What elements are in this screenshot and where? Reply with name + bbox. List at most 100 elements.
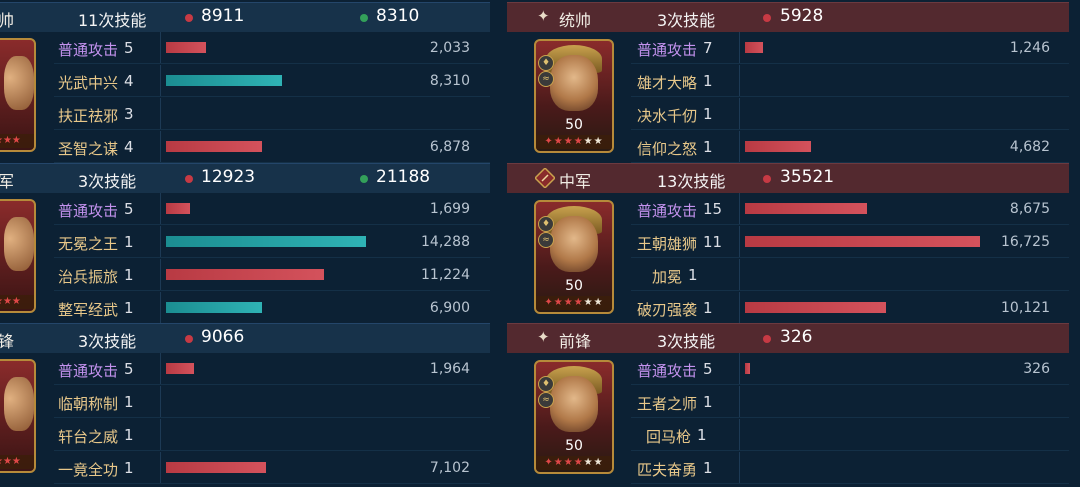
skill-count: 1 bbox=[124, 233, 134, 251]
skill-cast-count: 3次技能 bbox=[657, 332, 716, 351]
skill-count: 11 bbox=[703, 233, 723, 251]
skill-value: 8,675 bbox=[1009, 201, 1050, 217]
skill-value-bar bbox=[166, 462, 266, 473]
row-divider bbox=[631, 257, 1069, 258]
skill-value-bar bbox=[166, 363, 194, 374]
skill-list: 普通攻击 5 1,699 无冕之王 1 14,288 治兵振旅 1 11,224 整军经武 1 6,9… bbox=[0, 193, 490, 324]
skill-row: 加冕 1 bbox=[507, 259, 1069, 291]
column-divider bbox=[160, 65, 161, 96]
row-divider bbox=[631, 63, 1069, 64]
row-divider bbox=[631, 224, 1069, 225]
skill-count: 1 bbox=[703, 299, 713, 317]
row-divider bbox=[54, 483, 490, 484]
general-stat-section: 军3次技能1292321188★★★普通攻击51,699无冕之王114,288治… bbox=[0, 163, 490, 324]
general-role: 中军 bbox=[559, 172, 592, 191]
skill-name: 普通攻击 bbox=[637, 202, 698, 220]
heal-total: 8310 bbox=[376, 6, 420, 26]
column-divider bbox=[160, 131, 161, 162]
heal-dot-icon bbox=[360, 175, 368, 183]
skill-count: 15 bbox=[703, 200, 723, 218]
column-divider bbox=[160, 292, 161, 323]
column-divider bbox=[160, 386, 161, 417]
skill-value-bar bbox=[745, 236, 980, 247]
column-divider bbox=[739, 226, 740, 257]
skill-name: 王者之师 bbox=[637, 395, 698, 413]
skill-count: 1 bbox=[703, 393, 713, 411]
skill-row: 临朝称制 1 bbox=[0, 386, 490, 418]
damage-dot-icon bbox=[763, 335, 771, 343]
sparkle-icon: ✦ bbox=[537, 7, 550, 25]
skill-row: 决水千仞 1 bbox=[507, 98, 1069, 130]
row-divider bbox=[54, 257, 490, 258]
skill-row: 王者之师 1 bbox=[507, 386, 1069, 418]
skill-name: 普通攻击 bbox=[637, 362, 698, 380]
damage-dot-icon bbox=[185, 175, 193, 183]
row-divider bbox=[631, 129, 1069, 130]
row-divider bbox=[54, 290, 490, 291]
skill-row: 普通攻击 5 326 bbox=[507, 353, 1069, 385]
team-left-panel: 帅11次技能89118310★★★普通攻击52,033光武中兴48,310扶正祛… bbox=[0, 0, 490, 487]
row-divider bbox=[54, 224, 490, 225]
skill-row: 一竟全功 1 7,102 bbox=[0, 452, 490, 484]
column-divider bbox=[739, 65, 740, 96]
skill-list: 普通攻击 15 8,675 王朝雄狮 11 16,725 加冕 1 破刃强袭 1 10,121 bbox=[507, 193, 1069, 324]
column-divider bbox=[160, 32, 161, 63]
skill-count: 1 bbox=[697, 426, 707, 444]
general-role: 军 bbox=[0, 172, 15, 191]
skill-count: 1 bbox=[124, 299, 134, 317]
damage-total: 5928 bbox=[780, 6, 824, 26]
skill-name: 普通攻击 bbox=[58, 362, 119, 380]
skill-cast-count: 13次技能 bbox=[657, 172, 726, 191]
column-divider bbox=[739, 386, 740, 417]
general-role: 前锋 bbox=[559, 332, 592, 351]
skill-row: 扶正祛邪 3 bbox=[0, 98, 490, 130]
skill-count: 5 bbox=[124, 200, 134, 218]
skill-cast-count: 3次技能 bbox=[657, 11, 716, 30]
skill-value: 14,288 bbox=[421, 234, 470, 250]
general-stat-section: ✦ 统帅 3次技能 5928 ♦ ≈50 ✦★★★★★ 普通攻击 7 1,246 雄才大略 1 决水千仞… bbox=[507, 2, 1069, 163]
skill-value-bar bbox=[166, 141, 262, 152]
skill-value-bar bbox=[166, 269, 324, 280]
skill-value-bar bbox=[166, 302, 262, 313]
row-divider bbox=[54, 129, 490, 130]
skill-value-bar bbox=[745, 302, 886, 313]
skill-name: 治兵振旅 bbox=[58, 268, 119, 286]
skill-count: 1 bbox=[703, 459, 713, 477]
row-divider bbox=[631, 384, 1069, 385]
skill-row: 普通攻击 5 1,699 bbox=[0, 193, 490, 225]
column-divider bbox=[739, 452, 740, 483]
sparkle-icon: ✦ bbox=[537, 328, 550, 346]
skill-row: 圣智之谋 4 6,878 bbox=[0, 131, 490, 163]
skill-row: 普通攻击 5 1,964 bbox=[0, 353, 490, 385]
skill-count: 1 bbox=[124, 426, 134, 444]
damage-dot-icon bbox=[185, 14, 193, 22]
general-header: ✦ 统帅 3次技能 5928 bbox=[507, 2, 1069, 32]
skill-value: 1,964 bbox=[429, 361, 470, 377]
team-right-panel: ✦ 统帅 3次技能 5928 ♦ ≈50 ✦★★★★★ 普通攻击 7 1,246 雄才大略 1 决水千仞… bbox=[507, 0, 1069, 487]
skill-name: 信仰之怒 bbox=[637, 140, 698, 158]
skill-value: 1,699 bbox=[429, 201, 470, 217]
skill-name: 临朝称制 bbox=[58, 395, 119, 413]
flag-icon bbox=[534, 167, 556, 189]
row-divider bbox=[54, 417, 490, 418]
skill-row: 雄才大略 1 bbox=[507, 65, 1069, 97]
skill-value-bar bbox=[745, 203, 867, 214]
skill-row: 普通攻击 5 2,033 bbox=[0, 32, 490, 64]
column-divider bbox=[739, 32, 740, 63]
general-stat-section: 中军 13次技能 35521 ♦ ≈50 ✦★★★★★ 普通攻击 15 8,675 王朝雄狮 11 1… bbox=[507, 163, 1069, 324]
skill-count: 1 bbox=[703, 105, 713, 123]
general-stat-section: 帅11次技能89118310★★★普通攻击52,033光武中兴48,310扶正祛… bbox=[0, 2, 490, 163]
skill-name: 普通攻击 bbox=[58, 41, 119, 59]
column-divider bbox=[739, 419, 740, 450]
skill-value: 6,900 bbox=[429, 300, 470, 316]
skill-value: 326 bbox=[1023, 361, 1050, 377]
skill-name: 破刃强袭 bbox=[637, 301, 698, 319]
column-divider bbox=[160, 452, 161, 483]
skill-list: 普通攻击 7 1,246 雄才大略 1 决水千仞 1 信仰之怒 1 4,682 bbox=[507, 32, 1069, 163]
general-header: ✦ 前锋 3次技能 326 bbox=[507, 323, 1069, 353]
skill-row: 普通攻击 7 1,246 bbox=[507, 32, 1069, 64]
general-role: 统帅 bbox=[559, 11, 592, 30]
skill-value: 6,878 bbox=[429, 139, 470, 155]
general-stat-section: 锋3次技能9066★★★普通攻击51,964临朝称制1轩台之威1一竟全功17,1… bbox=[0, 323, 490, 484]
column-divider bbox=[160, 419, 161, 450]
